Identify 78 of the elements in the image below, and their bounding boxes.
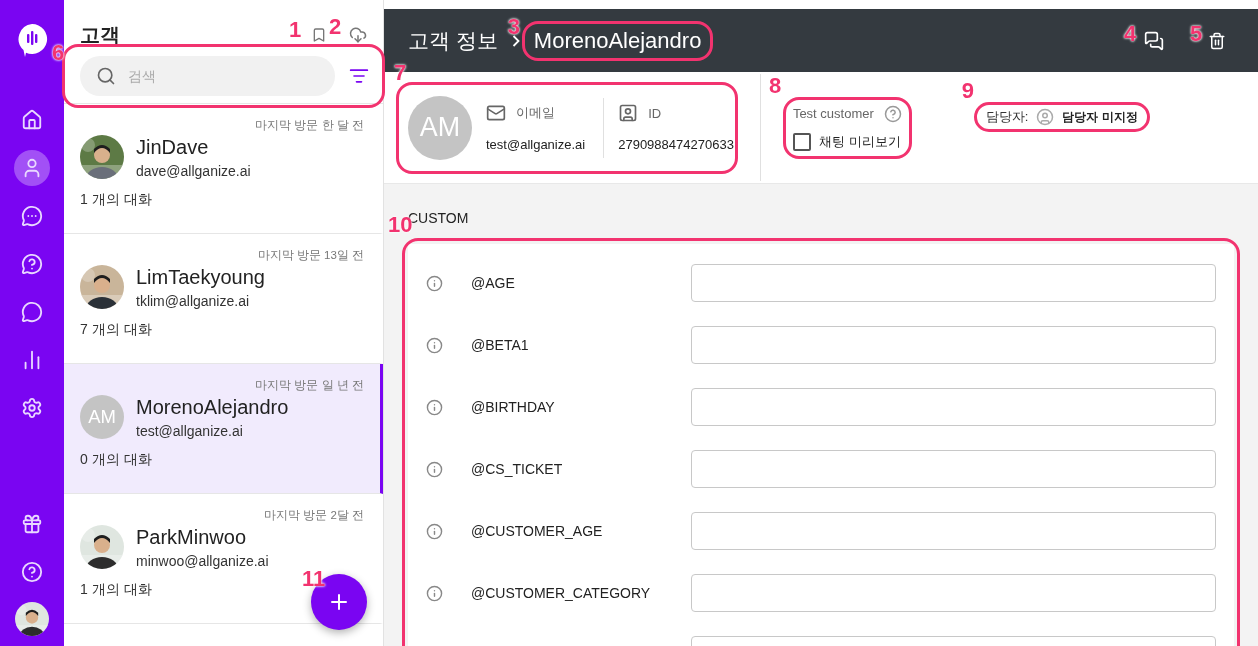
input-field[interactable] xyxy=(691,450,1216,488)
mail-icon xyxy=(486,103,506,123)
callout-number: 4 xyxy=(1124,22,1137,45)
last-visit: 마지막 방문 일 년 전 xyxy=(255,378,364,393)
customer-name: ParkMinwoo xyxy=(136,525,248,549)
help-icon xyxy=(21,561,43,583)
field-label: @CUSTOMER_AGE xyxy=(471,523,604,539)
callout-number: 11 xyxy=(302,568,326,590)
field-label: @CUSTOMER_CATEGORY xyxy=(471,585,652,601)
chat-bubble-icon xyxy=(21,205,43,227)
callout-number: 6 xyxy=(52,42,65,64)
search-icon xyxy=(96,66,116,86)
input-field[interactable] xyxy=(691,264,1216,302)
field-label: Test customer xyxy=(792,106,874,121)
last-visit: 마지막 방문 13일 전 xyxy=(257,248,364,263)
id-badge-icon xyxy=(618,103,639,123)
chevron-icon xyxy=(511,34,520,47)
help-icon[interactable] xyxy=(883,104,902,123)
panel-title: 고객 xyxy=(80,22,120,48)
avatar: AM xyxy=(80,395,124,439)
info-icon[interactable] xyxy=(426,522,443,540)
field-label: @BETA1 xyxy=(471,337,530,353)
customer-name: LimTaekyoung xyxy=(136,265,265,289)
conversation-count: 0 개의 대화 xyxy=(80,451,153,469)
field-label: ID xyxy=(648,105,662,121)
callout-number: 1 xyxy=(289,19,302,41)
settings-icon xyxy=(21,397,43,419)
person-icon xyxy=(1036,108,1055,126)
info-icon[interactable] xyxy=(426,584,443,602)
conversation-count: 1 개의 대화 xyxy=(80,581,153,599)
callout-number: 2 xyxy=(329,16,342,38)
page-title: 고객 정보 xyxy=(408,27,498,54)
filter-icon[interactable] xyxy=(349,66,369,86)
callout-number: 3 xyxy=(507,15,521,38)
field-label: @BIRTHDAY xyxy=(471,399,556,415)
customer-email: minwoo@allganize.ai xyxy=(136,552,269,569)
id-value: 2790988474270633 xyxy=(618,137,734,152)
input-field[interactable] xyxy=(691,388,1216,426)
customer-email: test@allganize.ai xyxy=(136,422,244,439)
conversation-count: 7 개의 대화 xyxy=(80,321,153,339)
conversation-count: 1 개의 대화 xyxy=(80,191,153,209)
logo-icon[interactable] xyxy=(15,22,49,58)
customer-name: MorenoAlejandro xyxy=(533,29,702,52)
last-visit: 마지막 방문 한 달 전 xyxy=(255,118,364,133)
email-value: test@allganize.ai xyxy=(486,137,586,152)
speech-bubble-icon xyxy=(21,301,43,323)
question-bubble-icon xyxy=(21,253,43,275)
field-label: @AGE xyxy=(471,275,516,291)
info-icon[interactable] xyxy=(426,460,443,478)
callout-number: 9 xyxy=(961,80,975,102)
preview-checkbox[interactable]: 채팅 미리보기 xyxy=(792,132,902,151)
customer-email: tklim@allganize.ai xyxy=(136,292,251,309)
info-icon[interactable] xyxy=(426,274,443,292)
assignee-value[interactable]: 담당자 미지정 xyxy=(1062,108,1138,126)
customer-email: dave@allganize.ai xyxy=(136,162,251,179)
field-label: 이메일 xyxy=(516,104,555,122)
info-icon[interactable] xyxy=(426,398,443,416)
input-field[interactable] xyxy=(691,326,1216,364)
search-field[interactable]: 검색 xyxy=(80,56,335,96)
callout-number: 5 xyxy=(1190,22,1203,45)
trash-icon[interactable] xyxy=(1208,31,1226,50)
input-field[interactable] xyxy=(691,512,1216,550)
bookmark-icon[interactable] xyxy=(311,27,327,43)
customer-name: MorenoAlejandro xyxy=(136,395,289,419)
chat-icon[interactable] xyxy=(1144,30,1164,51)
field-label: 담당자: xyxy=(985,108,1029,126)
cloud-download-icon[interactable] xyxy=(349,26,367,44)
last-visit: 마지막 방문 2달 전 xyxy=(264,508,364,523)
avatar: AM xyxy=(408,95,472,160)
customer-list-item[interactable]: 마지막 방문 일 년 전 AM MorenoAlejandro test@allganize.ai 0 개의 대화 xyxy=(64,364,383,494)
gift-icon xyxy=(21,513,43,535)
field-label: @CS_TICKET xyxy=(471,461,564,477)
customer-name: JinDave xyxy=(136,135,210,159)
info-icon[interactable] xyxy=(426,336,443,354)
input-field[interactable] xyxy=(691,574,1216,612)
nav-button[interactable] xyxy=(14,150,50,186)
home-icon xyxy=(21,109,43,131)
callout-number: 8 xyxy=(768,74,782,97)
